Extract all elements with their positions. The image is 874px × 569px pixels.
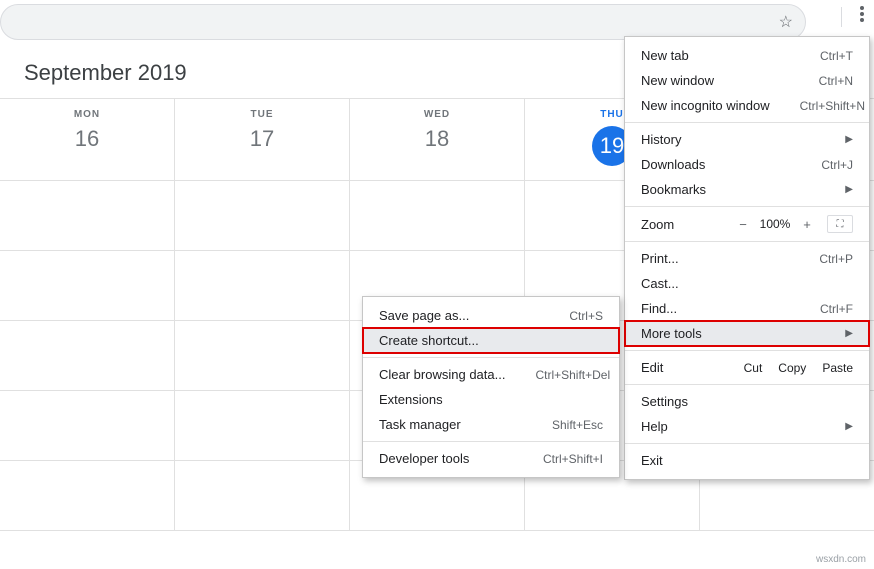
calendar-cell[interactable]	[350, 181, 525, 251]
menu-label: Cast...	[641, 276, 853, 291]
menu-separator	[625, 350, 869, 351]
menu-label: Task manager	[379, 417, 522, 432]
calendar-cell[interactable]	[175, 251, 350, 321]
submenu-arrow-icon: ▶	[845, 134, 853, 145]
fullscreen-button[interactable]: ⛶	[827, 215, 853, 233]
chrome-menu-button[interactable]	[860, 6, 864, 27]
submenu-arrow-icon: ▶	[845, 328, 853, 339]
menu-separator	[625, 206, 869, 207]
zoom-value: 100%	[755, 217, 795, 231]
menu-label: Extensions	[379, 392, 603, 407]
chrome-main-menu: New tab Ctrl+T New window Ctrl+N New incog…	[624, 36, 870, 480]
menu-shortcut: Ctrl+P	[819, 252, 853, 266]
calendar-cell[interactable]	[175, 321, 350, 391]
menu-item-cast[interactable]: Cast...	[625, 271, 869, 296]
day-column-wed[interactable]: WED 18	[350, 99, 525, 180]
menu-label: Find...	[641, 301, 790, 316]
day-label: MON	[0, 109, 174, 120]
zoom-in-button[interactable]: +	[795, 217, 819, 232]
day-label: WED	[350, 109, 524, 120]
menu-item-exit[interactable]: Exit	[625, 448, 869, 473]
menu-item-new-tab[interactable]: New tab Ctrl+T	[625, 43, 869, 68]
menu-shortcut: Ctrl+J	[821, 158, 853, 172]
edit-cut-button[interactable]: Cut	[744, 361, 763, 375]
day-number: 16	[0, 126, 174, 152]
toolbar-divider	[841, 7, 842, 27]
menu-item-save-page[interactable]: Save page as... Ctrl+S	[363, 303, 619, 328]
calendar-cell[interactable]	[0, 461, 175, 531]
menu-separator	[625, 384, 869, 385]
menu-item-extensions[interactable]: Extensions	[363, 387, 619, 412]
menu-separator	[625, 241, 869, 242]
menu-separator	[625, 443, 869, 444]
menu-shortcut: Ctrl+S	[569, 309, 603, 323]
menu-item-print[interactable]: Print... Ctrl+P	[625, 246, 869, 271]
zoom-out-button[interactable]: −	[731, 217, 755, 232]
menu-item-settings[interactable]: Settings	[625, 389, 869, 414]
menu-label: Save page as...	[379, 308, 539, 323]
day-column-mon[interactable]: MON 16	[0, 99, 175, 180]
menu-item-zoom: Zoom − 100% + ⛶	[625, 211, 869, 237]
menu-item-incognito[interactable]: New incognito window Ctrl+Shift+N	[625, 93, 869, 118]
calendar-cell[interactable]	[175, 391, 350, 461]
calendar-cell[interactable]	[0, 321, 175, 391]
calendar-cell[interactable]	[175, 461, 350, 531]
menu-label: Clear browsing data...	[379, 367, 505, 382]
watermark: wsxdn.com	[816, 554, 866, 565]
menu-label: New window	[641, 73, 789, 88]
edit-copy-button[interactable]: Copy	[778, 361, 806, 375]
calendar-cell[interactable]	[0, 181, 175, 251]
calendar-cell[interactable]	[175, 181, 350, 251]
menu-label: Edit	[641, 360, 728, 375]
menu-item-create-shortcut[interactable]: Create shortcut...	[363, 328, 619, 353]
menu-label: More tools	[641, 326, 815, 341]
day-number: 17	[175, 126, 349, 152]
menu-item-downloads[interactable]: Downloads Ctrl+J	[625, 152, 869, 177]
menu-label: Bookmarks	[641, 182, 815, 197]
menu-item-new-window[interactable]: New window Ctrl+N	[625, 68, 869, 93]
day-number: 18	[350, 126, 524, 152]
submenu-arrow-icon: ▶	[845, 421, 853, 432]
address-bar[interactable]: ☆	[0, 4, 806, 40]
menu-item-find[interactable]: Find... Ctrl+F	[625, 296, 869, 321]
menu-shortcut: Ctrl+Shift+N	[800, 99, 865, 113]
menu-label: Downloads	[641, 157, 791, 172]
menu-label: Developer tools	[379, 451, 513, 466]
day-label: TUE	[175, 109, 349, 120]
submenu-arrow-icon: ▶	[845, 184, 853, 195]
menu-label: Print...	[641, 251, 789, 266]
menu-item-task-manager[interactable]: Task manager Shift+Esc	[363, 412, 619, 437]
menu-shortcut: Ctrl+N	[819, 74, 853, 88]
day-column-tue[interactable]: TUE 17	[175, 99, 350, 180]
calendar-cell[interactable]	[0, 391, 175, 461]
calendar-cell[interactable]	[0, 251, 175, 321]
more-tools-submenu: Save page as... Ctrl+S Create shortcut...…	[362, 296, 620, 478]
menu-item-history[interactable]: History ▶	[625, 127, 869, 152]
menu-item-more-tools[interactable]: More tools ▶	[625, 321, 869, 346]
menu-label: Zoom	[641, 217, 731, 232]
menu-shortcut: Shift+Esc	[552, 418, 603, 432]
menu-item-developer-tools[interactable]: Developer tools Ctrl+Shift+I	[363, 446, 619, 471]
edit-paste-button[interactable]: Paste	[822, 361, 853, 375]
menu-label: Help	[641, 419, 815, 434]
menu-separator	[363, 441, 619, 442]
menu-separator	[625, 122, 869, 123]
menu-item-bookmarks[interactable]: Bookmarks ▶	[625, 177, 869, 202]
menu-label: Settings	[641, 394, 853, 409]
menu-label: Exit	[641, 453, 853, 468]
menu-label: New tab	[641, 48, 790, 63]
menu-item-help[interactable]: Help ▶	[625, 414, 869, 439]
menu-item-edit: Edit Cut Copy Paste	[625, 355, 869, 380]
bookmark-star-icon[interactable]: ☆	[779, 12, 793, 32]
menu-shortcut: Ctrl+Shift+Del	[535, 368, 610, 382]
menu-shortcut: Ctrl+F	[820, 302, 853, 316]
menu-shortcut: Ctrl+Shift+I	[543, 452, 603, 466]
menu-item-clear-data[interactable]: Clear browsing data... Ctrl+Shift+Del	[363, 362, 619, 387]
menu-label: Create shortcut...	[379, 333, 603, 348]
menu-shortcut: Ctrl+T	[820, 49, 853, 63]
menu-label: History	[641, 132, 815, 147]
menu-separator	[363, 357, 619, 358]
menu-label: New incognito window	[641, 98, 770, 113]
